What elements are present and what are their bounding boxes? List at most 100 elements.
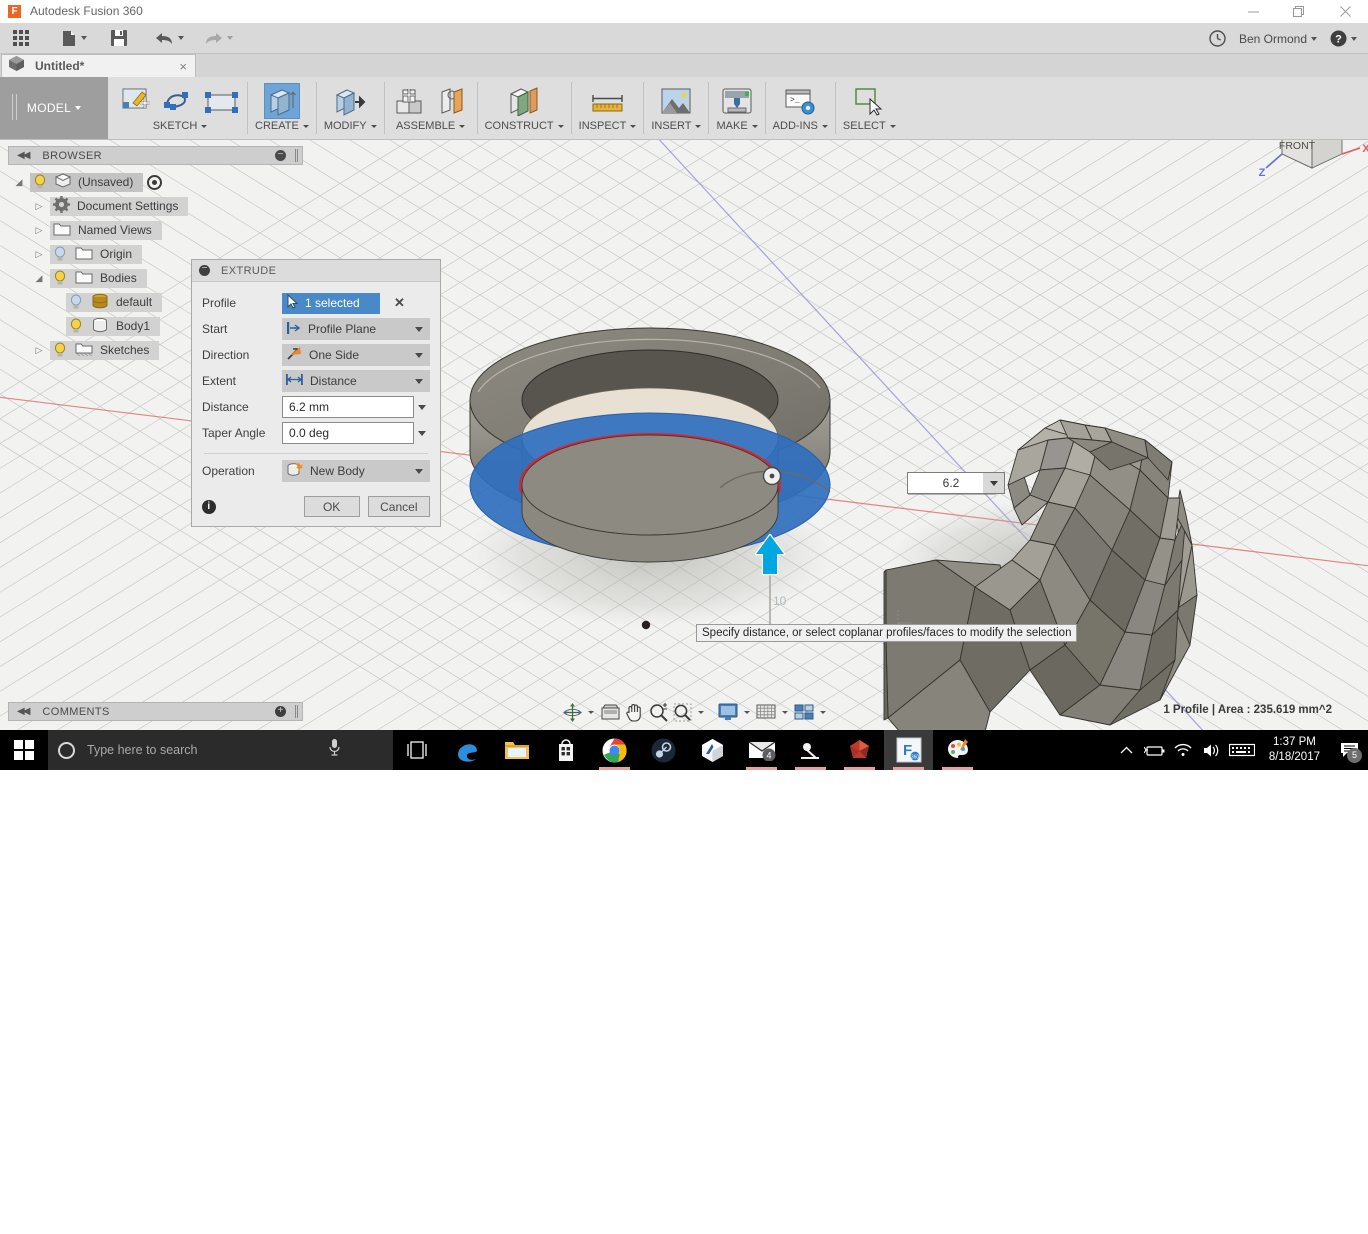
display-settings-icon[interactable] <box>716 700 740 724</box>
grid-snaps-button[interactable] <box>754 700 792 724</box>
clock[interactable]: 1:37 PM 8/18/2017 <box>1259 735 1330 765</box>
extent-dropdown[interactable]: Distance <box>282 370 430 392</box>
display-settings-button[interactable] <box>716 700 754 724</box>
ribbon-group-label-construct[interactable]: CONSTRUCT <box>485 120 564 132</box>
collapse-icon[interactable]: ◀◀ <box>17 150 30 161</box>
operation-dropdown[interactable]: New Body <box>282 460 430 482</box>
edge-icon[interactable] <box>443 730 492 770</box>
ribbon-group-label-modify[interactable]: MODIFY <box>324 120 377 132</box>
select-tool-button[interactable] <box>851 83 887 119</box>
measure-button[interactable] <box>590 83 626 119</box>
chevron-down-icon[interactable] <box>782 710 788 714</box>
meshmixer-icon[interactable] <box>835 730 884 770</box>
save-button[interactable] <box>106 23 132 54</box>
construct-plane-button[interactable] <box>506 83 542 119</box>
ribbon-group-label-sketch[interactable]: SKETCH <box>153 120 208 132</box>
create-sketch-button[interactable] <box>120 83 156 119</box>
3d-print-button[interactable] <box>719 83 755 119</box>
cancel-button[interactable]: Cancel <box>367 496 430 517</box>
chevron-right-icon[interactable]: ▷ <box>28 249 50 260</box>
search-input[interactable]: Type here to search <box>48 730 393 770</box>
3d-builder-icon[interactable] <box>786 730 835 770</box>
keyboard-icon[interactable] <box>1225 730 1259 770</box>
windows-start-icon[interactable] <box>0 730 48 770</box>
extrude-dialog-titlebar[interactable]: − EXTRUDE <box>192 260 440 282</box>
plus-icon[interactable]: + <box>275 706 286 717</box>
collapse-icon[interactable]: − <box>199 264 210 276</box>
minimize-button[interactable] <box>1230 0 1276 23</box>
mail-icon[interactable]: 4 <box>737 730 786 770</box>
chevron-down-icon[interactable] <box>588 710 594 714</box>
visibility-bulb-icon[interactable] <box>53 270 69 286</box>
close-button[interactable] <box>1322 0 1368 23</box>
direction-dropdown[interactable]: One Side <box>282 344 430 366</box>
chevron-right-icon[interactable]: ▷ <box>28 201 50 212</box>
chevron-right-icon[interactable]: ▷ <box>28 225 50 236</box>
app-grid-icon[interactable] <box>8 23 35 54</box>
clear-selection-icon[interactable]: ✕ <box>394 295 405 311</box>
panel-resize-grip[interactable] <box>295 705 298 718</box>
visibility-bulb-icon[interactable] <box>53 246 69 262</box>
orbit-icon[interactable] <box>560 700 584 724</box>
microphone-icon[interactable] <box>328 738 341 762</box>
ribbon-group-label-inspect[interactable]: INSPECT <box>579 120 637 132</box>
activate-component-radio[interactable] <box>147 174 163 190</box>
extrude-button[interactable] <box>263 83 300 119</box>
ribbon-group-label-insert[interactable]: INSERT <box>651 120 702 132</box>
chevron-down-icon[interactable] <box>698 710 704 714</box>
sketch-rectangle-button[interactable] <box>204 83 240 119</box>
document-tab-untitled[interactable]: Untitled* × <box>1 54 196 77</box>
new-file-button[interactable] <box>57 23 92 54</box>
viewports-icon[interactable] <box>792 700 816 724</box>
distance-input[interactable]: 6.2 mm <box>282 396 414 418</box>
maximize-button[interactable] <box>1276 0 1322 23</box>
ribbon-group-label-make[interactable]: MAKE <box>716 120 758 132</box>
inline-distance-input[interactable]: 6.2 <box>907 472 995 494</box>
task-view-icon[interactable] <box>393 730 441 770</box>
user-menu[interactable]: Ben Ormond <box>1234 23 1322 54</box>
wifi-icon[interactable] <box>1169 730 1197 770</box>
pan-hand-icon[interactable] <box>622 700 646 724</box>
microsoft-store-icon[interactable] <box>541 730 590 770</box>
tree-item-unsaved[interactable]: ◢ (Unsaved) <box>8 170 303 194</box>
taper-angle-input[interactable]: 0.0 deg <box>282 422 414 444</box>
insert-image-button[interactable] <box>658 83 694 119</box>
workspace-switcher[interactable]: MODEL <box>0 77 108 139</box>
close-icon[interactable]: × <box>179 59 187 74</box>
zoom-window-button[interactable] <box>670 700 708 724</box>
chrome-icon[interactable] <box>590 730 639 770</box>
file-explorer-icon[interactable] <box>492 730 541 770</box>
zoom-window-icon[interactable] <box>670 700 694 724</box>
ribbon-group-label-addins[interactable]: ADD-INS <box>773 120 828 132</box>
press-pull-button[interactable] <box>332 83 368 119</box>
help-button[interactable]: ? <box>1325 23 1362 54</box>
show-hidden-icons-icon[interactable] <box>1113 730 1141 770</box>
collapse-icon[interactable]: ◀◀ <box>17 706 30 717</box>
visibility-bulb-icon[interactable] <box>53 342 69 358</box>
start-dropdown[interactable]: Profile Plane <box>282 318 430 340</box>
distance-dropdown-icon[interactable] <box>414 404 430 410</box>
extrude-dialog[interactable]: − EXTRUDE Profile 1 selected ✕ Start Pro… <box>191 259 441 527</box>
chevron-down-icon[interactable] <box>744 710 750 714</box>
volume-icon[interactable] <box>1197 730 1225 770</box>
tree-item-named-views[interactable]: ▷ Named Views <box>8 218 303 242</box>
visibility-bulb-icon[interactable] <box>33 174 49 190</box>
battery-icon[interactable] <box>1141 730 1169 770</box>
grid-snaps-icon[interactable] <box>754 700 778 724</box>
job-status-icon[interactable] <box>1204 23 1231 54</box>
orbit-button[interactable] <box>560 700 598 724</box>
undo-button[interactable] <box>150 23 189 54</box>
action-center-icon[interactable]: 5 <box>1330 730 1368 770</box>
joint-button[interactable] <box>434 83 470 119</box>
sketch-spline-button[interactable] <box>162 83 198 119</box>
ok-button[interactable]: OK <box>303 496 360 517</box>
fusion360-icon[interactable]: F 360 <box>884 730 933 770</box>
viewports-button[interactable] <box>792 700 830 724</box>
paint-3d-icon[interactable] <box>933 730 982 770</box>
redo-button[interactable] <box>199 23 238 54</box>
taper-dropdown-icon[interactable] <box>414 430 430 436</box>
autodesk-icon[interactable] <box>688 730 737 770</box>
chevron-down-icon[interactable]: ◢ <box>8 177 30 188</box>
tree-item-document-settings[interactable]: ▷ Document Settings <box>8 194 303 218</box>
look-at-icon[interactable] <box>598 700 622 724</box>
